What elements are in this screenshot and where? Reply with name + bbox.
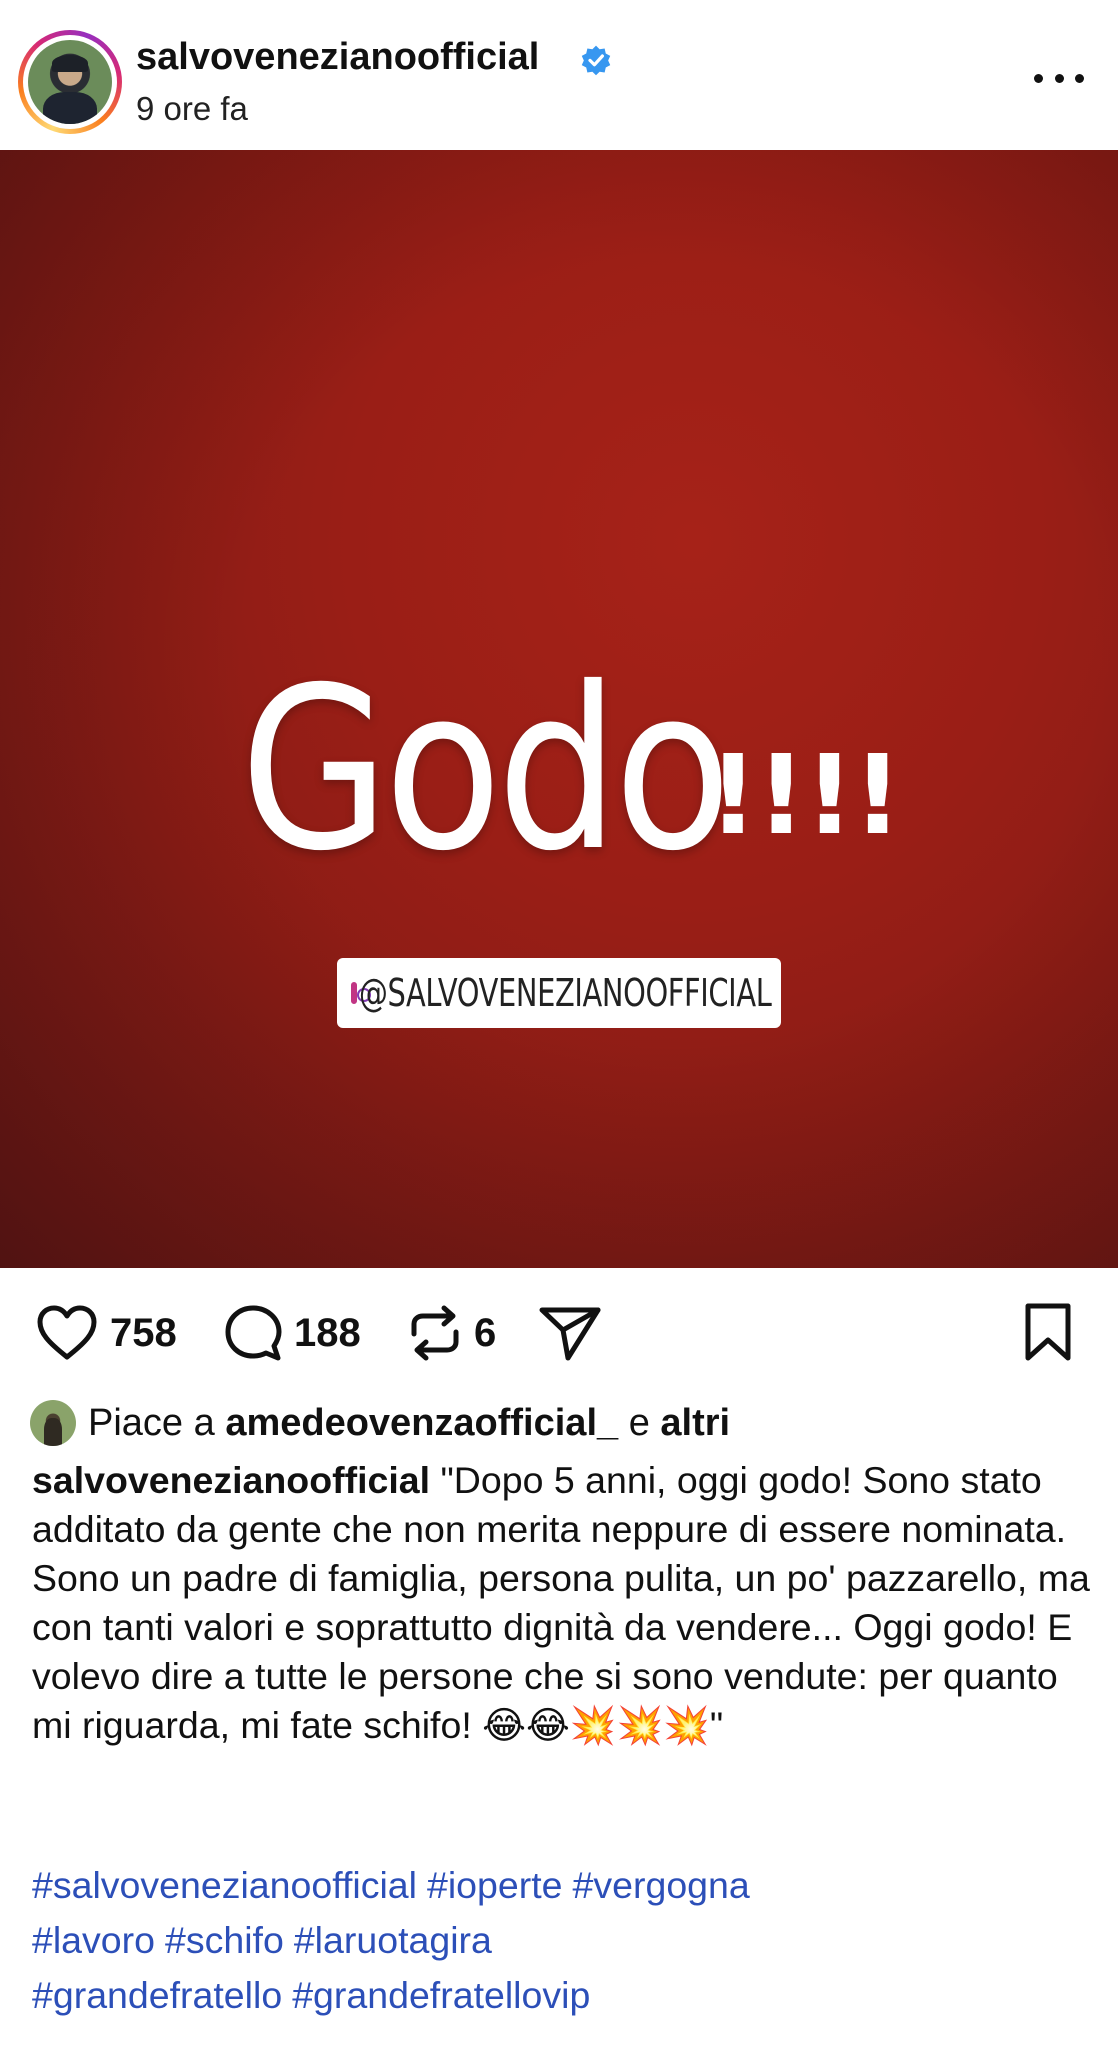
avatar[interactable] [28,40,112,124]
media-title-text: Godo [240,639,732,900]
repost-count[interactable]: 6 [474,1311,496,1356]
liker-avatar[interactable] [30,1400,76,1446]
media-mention-sticker: @SALVOVENEZIANOOFFICIAL [337,958,781,1028]
username-link[interactable]: salvovenezianoofficial [136,36,539,79]
hashtag-link[interactable]: #grandefratello [32,1974,282,2016]
share-button[interactable] [538,1304,602,1362]
post-caption: salvovenezianoofficial "Dopo 5 anni, ogg… [32,1456,1092,1750]
instagram-icon [351,982,371,1004]
caption-username-link[interactable]: salvovenezianoofficial [32,1459,430,1501]
more-options-icon[interactable] [1034,66,1084,90]
bookmark-button[interactable] [1022,1302,1074,1367]
hashtag-link[interactable]: #ioperte [427,1864,563,1906]
liked-by-prefix: Piace a [88,1401,215,1444]
hashtag-link[interactable]: #laruotagira [294,1919,492,1961]
share-icon [539,1307,601,1361]
comment-count[interactable]: 188 [294,1311,361,1356]
post-header: salvovenezianoofficial 9 ore fa [0,0,1118,150]
media-exclamation-text: !!!! [708,731,903,859]
hashtag-link[interactable]: #schifo [165,1919,284,1961]
heart-icon [37,1305,97,1360]
like-button[interactable]: 758 [36,1304,177,1362]
dot [1054,73,1064,83]
hashtag-list: #salvovenezianoofficial #ioperte #vergogna… [32,1858,1092,2023]
hashtag-link[interactable]: #lavoro [32,1919,155,1961]
avatar-frame [23,35,117,129]
caption-text: "Dopo 5 anni, oggi godo! Sono stato addi… [32,1459,1090,1746]
comment-button[interactable]: 188 [224,1304,361,1362]
dot [1034,73,1043,83]
avatar-cap [51,55,89,72]
mention-sticker-text: @SALVOVENEZIANOOFFICIAL [359,971,772,1015]
liked-by-joiner: e [628,1401,650,1444]
story-ring[interactable] [18,30,122,134]
post-timestamp: 9 ore fa [136,90,248,127]
liked-by-user-link[interactable]: amedeovenzaofficial_ [225,1402,618,1445]
bookmark-icon [1025,1303,1071,1361]
avatar-body [43,92,97,124]
repost-icon [411,1305,459,1361]
post-media[interactable]: Godo !!!! @SALVOVENEZIANOOFFICIAL [0,150,1118,1268]
hashtag-link[interactable]: #salvovenezianoofficial [32,1864,417,1906]
comment-icon [225,1305,282,1361]
hashtag-link[interactable]: #vergogna [573,1864,750,1906]
hashtag-link[interactable]: #grandefratellovip [292,1974,590,2016]
dot [1075,73,1084,83]
action-bar: 758 188 6 [0,1268,1118,1398]
repost-button[interactable]: 6 [408,1304,496,1362]
verified-badge-icon [581,45,611,76]
liked-by-row[interactable]: Piace a amedeovenzaofficial_ e altri [30,1398,730,1448]
like-count[interactable]: 758 [110,1311,177,1356]
liked-by-others-link[interactable]: altri [660,1402,730,1445]
